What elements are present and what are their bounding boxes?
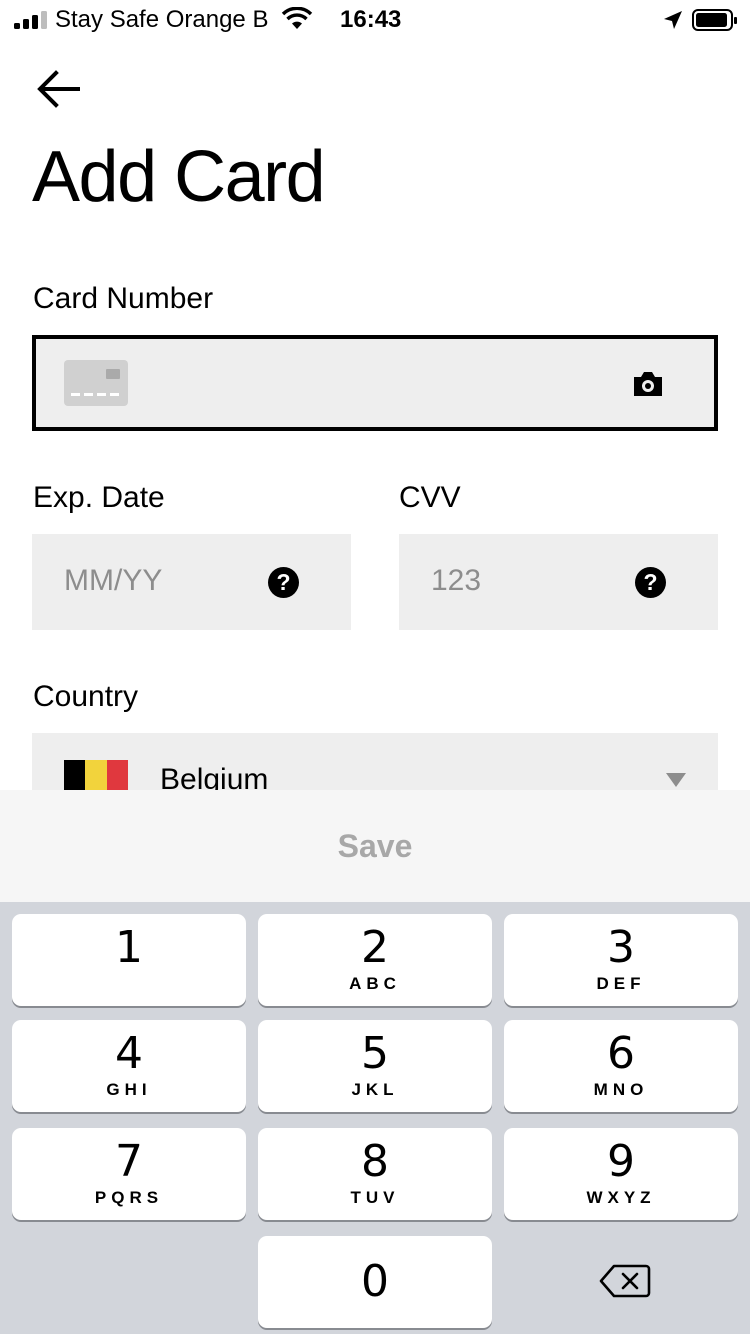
battery-icon [692,9,737,31]
key-digit: 0 [361,1256,389,1307]
key-8[interactable]: 8 TUV [258,1128,492,1220]
key-2[interactable]: 2 ABC [258,914,492,1006]
signal-strength-icon [14,11,48,29]
key-digit: 4 [115,1028,143,1079]
key-1[interactable]: 1 [12,914,246,1006]
key-letters: MNO [593,1080,649,1099]
key-letters: WXYZ [586,1188,656,1207]
key-letters: PQRS [94,1188,164,1207]
save-button[interactable]: Save [0,790,750,902]
key-4[interactable]: 4 GHI [12,1020,246,1112]
card-number-label: Card Number [33,282,214,315]
key-7[interactable]: 7 PQRS [12,1128,246,1220]
key-5[interactable]: 5 JKL [258,1020,492,1112]
cvv-help-icon[interactable]: ? [635,567,666,598]
status-time: 16:43 [340,6,402,33]
back-button[interactable] [36,64,92,114]
key-letters: GHI [106,1080,152,1099]
key-digit: 9 [607,1136,635,1187]
credit-card-icon [64,360,128,406]
location-arrow-icon [664,11,682,29]
backspace-icon[interactable] [598,1262,652,1300]
key-digit: 7 [115,1136,143,1187]
exp-date-input[interactable]: MM/YY ? [32,534,351,630]
exp-date-label: Exp. Date [33,481,165,514]
card-number-input[interactable] [32,335,718,431]
key-digit: 5 [361,1028,389,1079]
key-letters: DEF [596,974,646,993]
key-digit: 3 [607,922,635,973]
status-bar: Stay Safe Orange B 16:43 [0,0,750,40]
cvv-label: CVV [399,481,461,514]
cvv-input[interactable]: 123 ? [399,534,718,630]
exp-date-placeholder: MM/YY [64,564,163,597]
cvv-placeholder: 123 [431,564,482,597]
dropdown-arrow-icon [666,773,686,787]
key-6[interactable]: 6 MNO [504,1020,738,1112]
key-letters: TUV [350,1188,400,1207]
country-label: Country [33,680,139,713]
exp-date-help-icon[interactable]: ? [268,567,299,598]
wifi-icon [281,7,313,29]
key-digit: 8 [361,1136,389,1187]
key-letters: ABC [349,974,401,993]
key-digit: 6 [607,1028,635,1079]
page-title: Add Card [32,137,326,217]
key-letters: JKL [351,1080,399,1099]
key-digit: 2 [361,922,389,973]
camera-icon[interactable] [632,369,664,399]
key-3[interactable]: 3 DEF [504,914,738,1006]
arrow-left-icon [37,70,80,108]
carrier-name: Stay Safe Orange B [55,6,269,33]
save-label: Save [337,827,413,864]
key-9[interactable]: 9 WXYZ [504,1128,738,1220]
key-digit: 1 [115,922,143,973]
key-0[interactable]: 0 [258,1236,492,1328]
